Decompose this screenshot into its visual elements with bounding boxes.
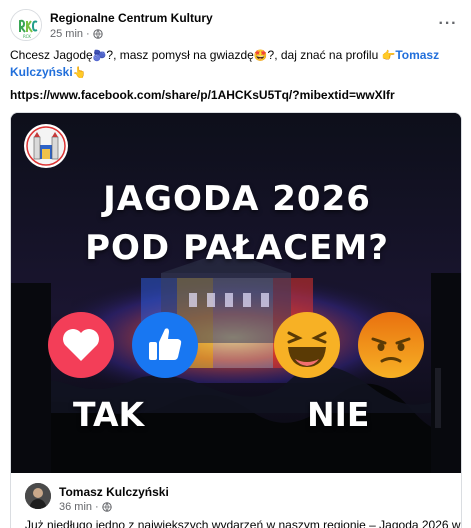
caption-part-3: ?, daj znać na profilu <box>267 48 382 62</box>
angry-reaction-icon <box>358 312 424 378</box>
haha-reaction-icon <box>274 312 340 378</box>
caption-part-1: Chcesz Jagodę <box>10 48 93 62</box>
pointing-up-emoji: 👆 <box>72 66 87 79</box>
author-time[interactable]: 36 min <box>59 501 92 513</box>
headline-line-1: JAGODA 2026 <box>103 179 371 219</box>
post-caption: Chcesz Jagodę🫐?, masz pomysł na gwiazdę🤩… <box>10 47 460 81</box>
author-name[interactable]: Tomasz Kulczyński <box>59 485 169 499</box>
post-meta: 25 min · <box>50 28 103 40</box>
more-icon: ··· <box>438 15 458 32</box>
shared-url[interactable]: https://www.facebook.com/share/p/1AHCKsU… <box>10 88 395 102</box>
blueberry-emoji: 🫐 <box>92 49 107 62</box>
shared-post-text: Już niedługo jedno z największych wydarz… <box>25 518 461 528</box>
rck-logo-icon[interactable]: RCK <box>10 9 42 41</box>
svg-text:RCK: RCK <box>23 34 31 39</box>
page-name[interactable]: Regionalne Centrum Kultury <box>50 11 213 25</box>
post-header: RCK Regionalne Centrum Kultury 25 min · … <box>10 8 462 44</box>
city-crest-icon <box>24 124 68 168</box>
like-reaction-icon <box>132 312 198 378</box>
meta-separator: · <box>86 28 90 40</box>
vote-no-label: NIE <box>307 395 370 434</box>
globe-icon <box>93 29 103 39</box>
shared-image[interactable]: JAGODA 2026 POD PAŁACEM? TAK NIE <box>11 113 461 473</box>
meta-separator: · <box>95 501 99 513</box>
pointing-right-emoji: 👉 <box>381 49 396 62</box>
star-struck-emoji: 🤩 <box>253 49 268 62</box>
headline-line-2: POD PAŁACEM? <box>85 228 389 268</box>
caption-part-2: ?, masz pomysł na gwiazdę <box>106 48 254 62</box>
love-reaction-icon <box>48 312 114 378</box>
post-time[interactable]: 25 min <box>50 28 83 40</box>
original-post-header: Tomasz Kulczyński 36 min · Już niedługo … <box>11 473 461 528</box>
author-avatar[interactable] <box>25 483 51 509</box>
author-meta: 36 min · <box>59 501 112 513</box>
shared-post-card[interactable]: JAGODA 2026 POD PAŁACEM? TAK NIE Tomasz … <box>10 112 462 528</box>
globe-icon <box>102 502 112 512</box>
vote-yes-label: TAK <box>73 395 145 434</box>
more-options-button[interactable]: ··· <box>436 12 460 36</box>
